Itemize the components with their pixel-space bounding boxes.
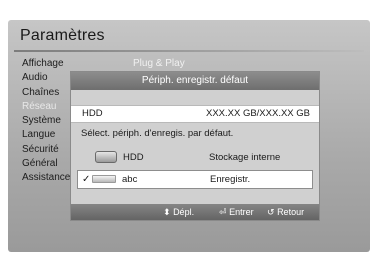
device-option-hdd[interactable]: HDD Stockage interne: [77, 148, 313, 167]
tv-settings-screen: Paramètres Affichage Audio Chaînes Résea…: [0, 0, 379, 261]
page-title: Paramètres: [20, 27, 105, 44]
usb-drive-icon: [92, 175, 116, 183]
hdd-capacity: XXX.XX GB/XXX.XX GB: [205, 108, 310, 119]
enter-icon: ⏎: [219, 207, 227, 217]
menu-item-affichage[interactable]: Affichage: [22, 57, 82, 71]
dialog-instruction: Sélect. périph. d'enregis. par défaut.: [81, 128, 234, 139]
device-option-abc[interactable]: ✓ abc Enregistr.: [77, 170, 313, 189]
return-button[interactable]: ↺ Retour: [267, 204, 304, 220]
device-name: HDD: [123, 152, 144, 163]
device-description: Enregistr.: [210, 174, 251, 185]
return-icon: ↺: [267, 207, 275, 217]
dialog-footer: ⬍ Dépl. ⏎ Entrer ↺ Retour: [71, 204, 319, 220]
default-recording-device-dialog: Périph. enregistr. défaut HDD XXX.XX GB/…: [70, 71, 320, 221]
submenu-plug-play[interactable]: Plug & Play: [133, 58, 185, 69]
updown-arrows-icon: ⬍: [163, 207, 171, 217]
hdd-capacity-bar: HDD XXX.XX GB/XXX.XX GB: [71, 105, 319, 123]
enter-button[interactable]: ⏎ Entrer: [219, 204, 254, 220]
title-divider: [14, 50, 364, 52]
check-icon: ✓: [82, 174, 91, 185]
device-description: Stockage interne: [209, 152, 281, 163]
move-hint: ⬍ Dépl.: [163, 207, 195, 217]
hdd-label: HDD: [82, 108, 103, 119]
dialog-title: Périph. enregistr. défaut: [71, 72, 319, 90]
hard-disk-icon: [95, 151, 117, 163]
device-name: abc: [122, 174, 138, 185]
